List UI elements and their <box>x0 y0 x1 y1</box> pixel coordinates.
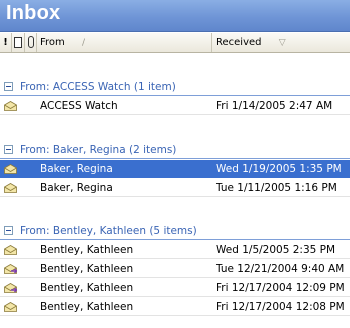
group-header[interactable]: From: ACCESS Watch (1 item) <box>0 78 350 96</box>
from-column-header[interactable]: From / <box>37 33 212 52</box>
row-received: Wed 1/19/2005 1:35 PM <box>216 163 342 175</box>
message-row[interactable]: Bentley, Kathleen Fri 12/17/2004 12:08 P… <box>0 298 350 316</box>
message-row[interactable]: Bentley, Kathleen Fri 12/17/2004 12:09 P… <box>0 279 350 297</box>
row-from: Bentley, Kathleen <box>40 263 134 275</box>
row-received: Fri 12/17/2004 12:08 PM <box>216 301 345 313</box>
message-row[interactable]: Baker, Regina Tue 1/11/2005 1:16 PM <box>0 179 350 197</box>
row-received: Fri 12/17/2004 12:09 PM <box>216 282 345 294</box>
received-column-header[interactable]: Received ▽ <box>212 33 350 52</box>
row-from: Baker, Regina <box>40 163 113 175</box>
message-row[interactable]: ACCESS Watch Fri 1/14/2005 2:47 AM <box>0 97 350 115</box>
row-received: Tue 12/21/2004 9:40 AM <box>216 263 345 275</box>
group-label: From: ACCESS Watch (1 item) <box>20 81 176 93</box>
document-icon <box>14 37 22 48</box>
message-row[interactable]: Bentley, Kathleen Wed 1/5/2005 2:35 PM <box>0 241 350 259</box>
group-label: From: Bentley, Kathleen (5 items) <box>20 225 197 237</box>
row-from: Baker, Regina <box>40 182 113 194</box>
collapse-toggle-icon[interactable] <box>4 226 13 235</box>
message-row[interactable]: Baker, Regina Wed 1/19/2005 1:35 PM <box>0 160 350 178</box>
row-from: Bentley, Kathleen <box>40 301 134 313</box>
received-header-label: Received <box>216 37 262 48</box>
group-header[interactable]: From: Bentley, Kathleen (5 items) <box>0 222 350 240</box>
group-label: From: Baker, Regina (2 items) <box>20 144 177 156</box>
row-from: Bentley, Kathleen <box>40 244 134 256</box>
row-received: Tue 1/11/2005 1:16 PM <box>216 182 337 194</box>
envelope-open-icon <box>4 245 17 255</box>
icon-column-header[interactable] <box>12 33 25 52</box>
collapse-toggle-icon[interactable] <box>4 145 13 154</box>
row-received: Fri 1/14/2005 2:47 AM <box>216 100 333 112</box>
attachment-column-header[interactable] <box>25 33 37 52</box>
group-header[interactable]: From: Baker, Regina (2 items) <box>0 141 350 159</box>
importance-column-header[interactable]: ! <box>0 33 12 52</box>
collapse-toggle-icon[interactable] <box>4 82 13 91</box>
message-row[interactable]: Bentley, Kathleen Tue 12/21/2004 9:40 AM <box>0 260 350 278</box>
envelope-open-icon <box>4 164 17 174</box>
column-header-bar: ! From / Received ▽ <box>0 33 350 53</box>
envelope-replied-icon <box>4 264 17 274</box>
sort-arrow-icon: ▽ <box>278 38 286 48</box>
inbox-title: Inbox <box>6 2 61 24</box>
inbox-title-bar: Inbox <box>0 0 350 32</box>
envelope-open-icon <box>4 183 17 193</box>
row-from: ACCESS Watch <box>40 100 118 112</box>
envelope-open-icon <box>4 302 17 312</box>
from-header-label: From <box>40 37 65 48</box>
importance-header-label: ! <box>3 37 8 48</box>
envelope-replied-icon <box>4 283 17 293</box>
sort-slash-icon: / <box>81 38 86 48</box>
row-from: Bentley, Kathleen <box>40 282 134 294</box>
envelope-open-icon <box>4 101 17 111</box>
paperclip-icon <box>28 36 34 48</box>
row-received: Wed 1/5/2005 2:35 PM <box>216 244 336 256</box>
